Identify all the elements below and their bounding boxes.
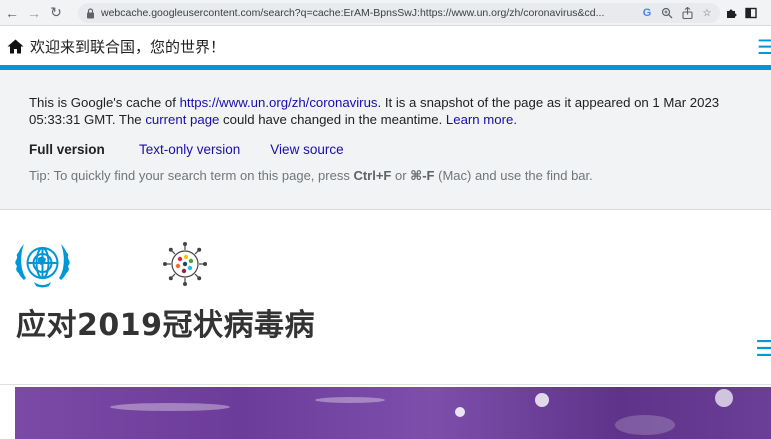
cache-suffix: could have changed in the meantime. xyxy=(219,112,446,127)
reload-icon[interactable]: ↻ xyxy=(46,2,66,24)
cache-notice: This is Google's cache of https://www.un… xyxy=(0,70,771,210)
un-emblem-icon[interactable] xyxy=(10,236,75,292)
hero-highlight xyxy=(615,415,675,435)
hero-highlight xyxy=(455,407,465,417)
text-only-version-link[interactable]: Text-only version xyxy=(139,142,240,157)
home-icon[interactable] xyxy=(6,37,24,55)
main-menu-icon[interactable]: ☰ xyxy=(755,336,771,362)
covid-response-logo-icon[interactable] xyxy=(162,241,208,287)
current-page-link[interactable]: current page xyxy=(145,112,219,127)
star-icon[interactable]: ☆ xyxy=(700,6,714,20)
hero-highlight xyxy=(110,403,230,411)
menu-icon[interactable]: ☰ xyxy=(757,35,771,60)
tip-suffix: (Mac) and use the find bar. xyxy=(434,168,593,183)
sidebar-icon[interactable] xyxy=(744,6,758,20)
cached-url-link[interactable]: https://www.un.org/zh/coronavirus xyxy=(180,95,378,110)
page-title: 应对2019冠状病毒病 xyxy=(16,308,315,343)
tip-or: or xyxy=(391,168,411,183)
welcome-text: 欢迎来到联合国，您的世界！ xyxy=(30,37,226,56)
lock-icon xyxy=(87,7,94,18)
full-version-label: Full version xyxy=(29,142,105,157)
content-divider xyxy=(0,384,771,385)
hero-highlight xyxy=(315,397,385,403)
share-icon[interactable] xyxy=(680,6,694,20)
cache-description: This is Google's cache of https://www.un… xyxy=(29,94,769,128)
address-bar[interactable]: webcache.googleusercontent.com/search?q=… xyxy=(78,3,720,23)
tip-prefix: Tip: To quickly find your search term on… xyxy=(29,168,354,183)
back-icon[interactable]: ← xyxy=(2,2,22,24)
cache-prefix: This is Google's cache of xyxy=(29,95,180,110)
google-lens-icon[interactable]: G xyxy=(640,6,654,20)
forward-icon[interactable]: → xyxy=(24,2,44,24)
view-source-link[interactable]: View source xyxy=(270,142,343,157)
browser-toolbar: ← → ↻ webcache.googleusercontent.com/sea… xyxy=(0,0,771,26)
cache-version-links: Full version Text-only version View sour… xyxy=(29,142,771,157)
hero-banner-image xyxy=(15,387,771,439)
hero-highlight xyxy=(535,393,549,407)
logo-row xyxy=(10,236,208,292)
learn-more-link[interactable]: Learn more. xyxy=(446,112,517,127)
url-text[interactable]: webcache.googleusercontent.com/search?q=… xyxy=(101,7,631,19)
extensions-icon[interactable] xyxy=(724,6,738,20)
tip-key-ctrl-f: Ctrl+F xyxy=(353,168,392,183)
un-welcome-strip: 欢迎来到联合国，您的世界！ ☰ xyxy=(0,27,771,65)
hero-highlight xyxy=(715,389,733,407)
cache-tip: Tip: To quickly find your search term on… xyxy=(29,168,771,184)
zoom-icon[interactable] xyxy=(660,6,674,20)
tip-key-cmd-f: ⌘-F xyxy=(410,168,435,183)
